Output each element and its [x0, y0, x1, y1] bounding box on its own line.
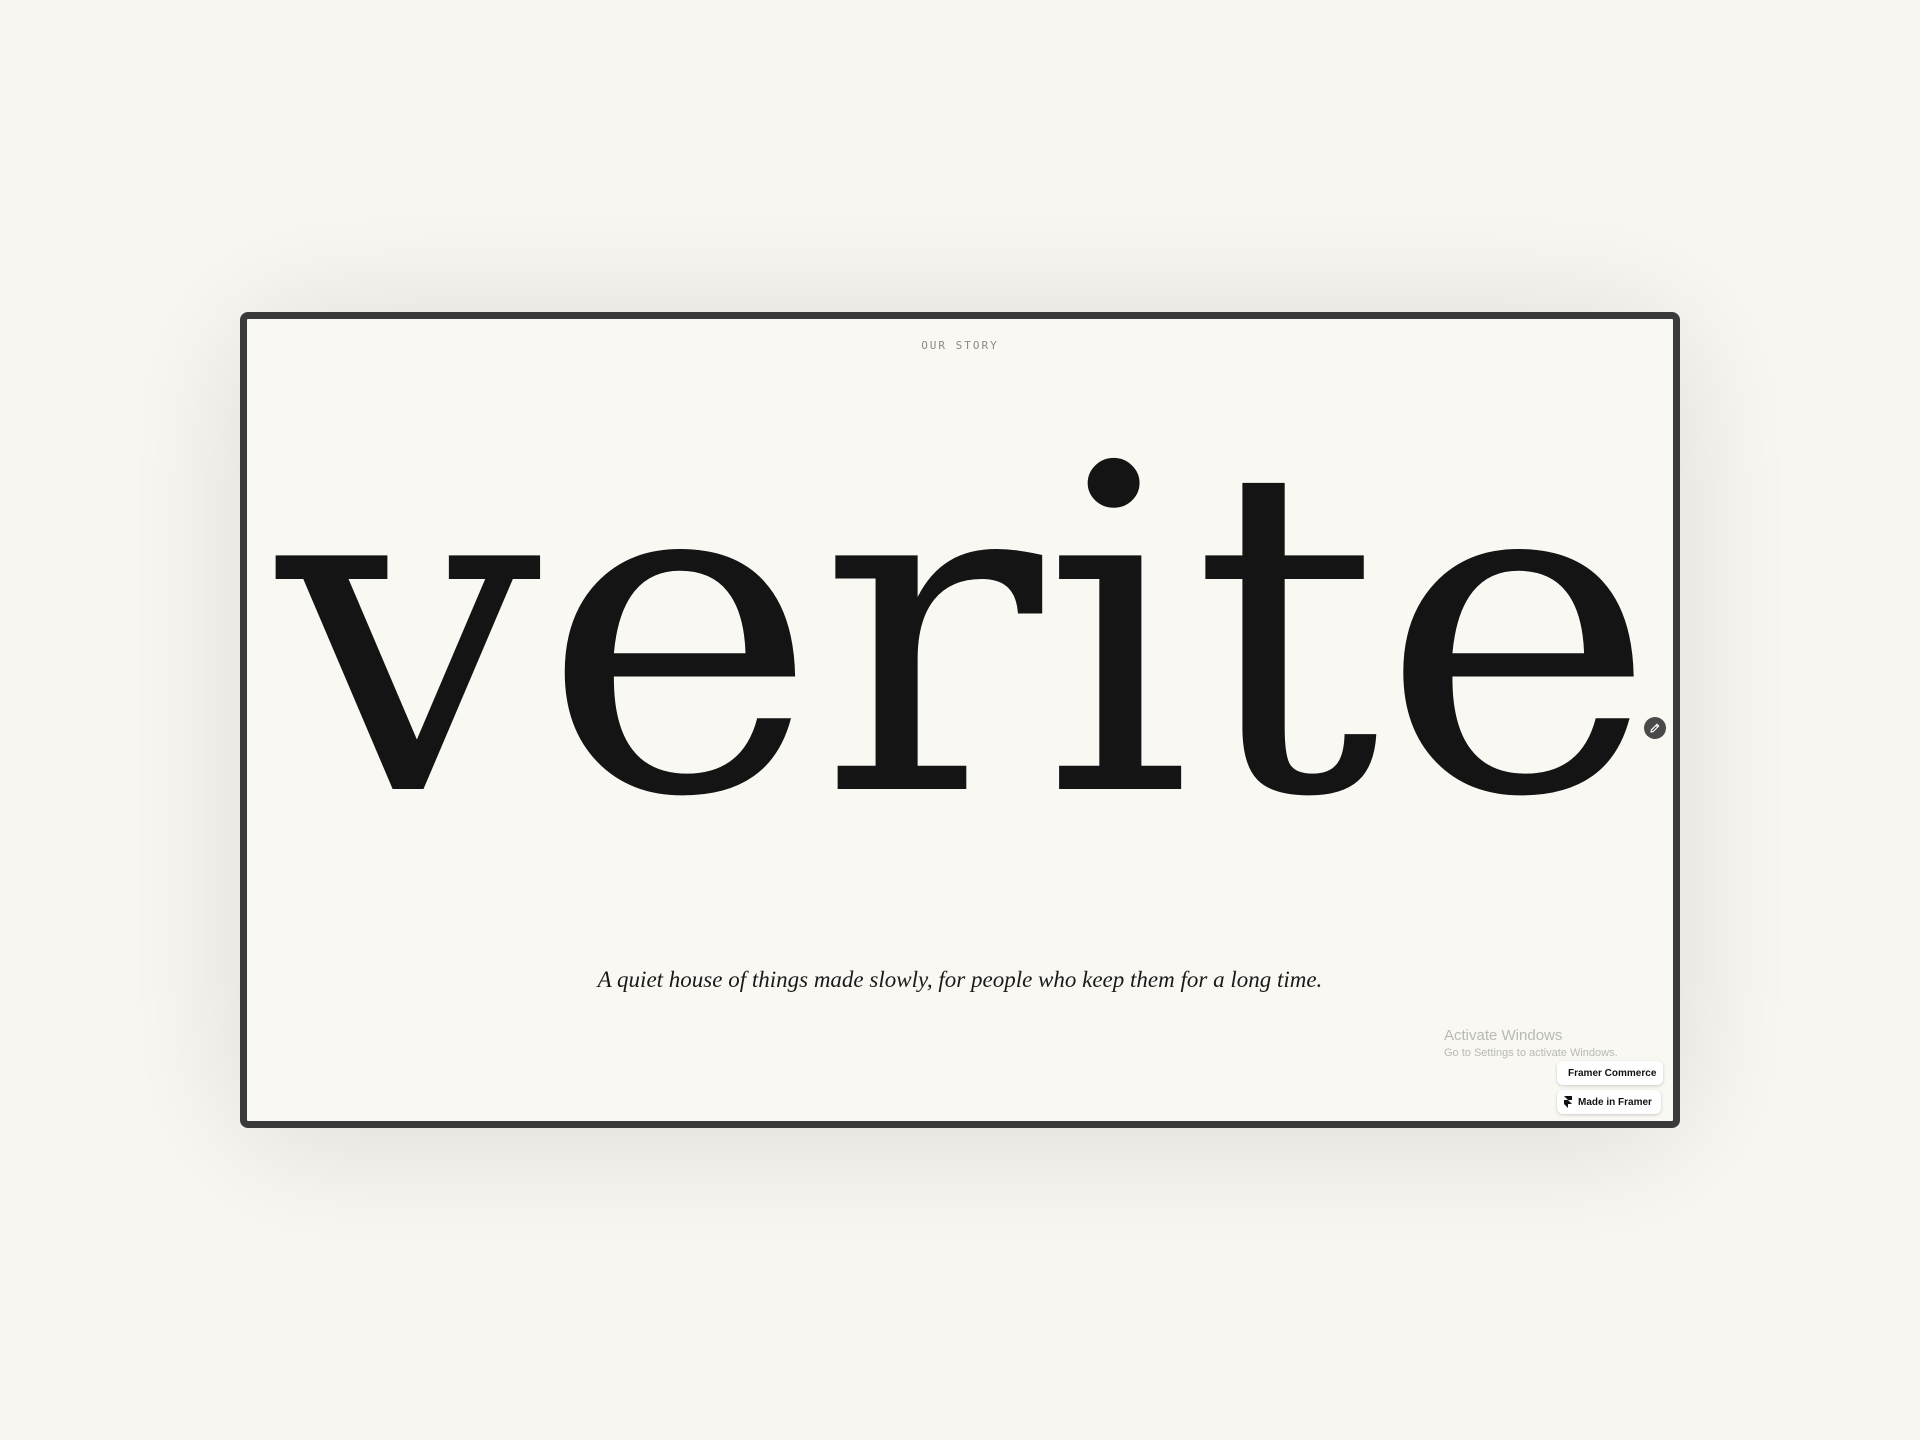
wordmark-text: verite: [270, 379, 1657, 839]
made-in-framer-badge[interactable]: Made in Framer: [1557, 1090, 1661, 1114]
hero-tagline: A quiet house of things made slowly, for…: [597, 967, 1323, 992]
brand-wordmark: verite: [270, 379, 1657, 839]
framer-commerce-label: Framer Commerce: [1568, 1067, 1657, 1079]
framer-logo-icon: [1564, 1095, 1572, 1108]
pencil-icon: [1650, 723, 1660, 733]
os-activation-watermark: Activate Windows Go to Settings to activ…: [1444, 1027, 1618, 1061]
watermark-title: Activate Windows: [1444, 1027, 1563, 1044]
watermark-subtitle: Go to Settings to activate Windows.: [1444, 1047, 1618, 1059]
section-eyebrow: OUR STORY: [921, 339, 999, 352]
framer-commerce-badge[interactable]: Framer Commerce: [1557, 1061, 1663, 1085]
made-in-framer-label: Made in Framer: [1578, 1096, 1652, 1108]
edit-button[interactable]: [1644, 717, 1666, 739]
preview-frame: OUR STORY verite A quiet house of things…: [240, 312, 1680, 1128]
